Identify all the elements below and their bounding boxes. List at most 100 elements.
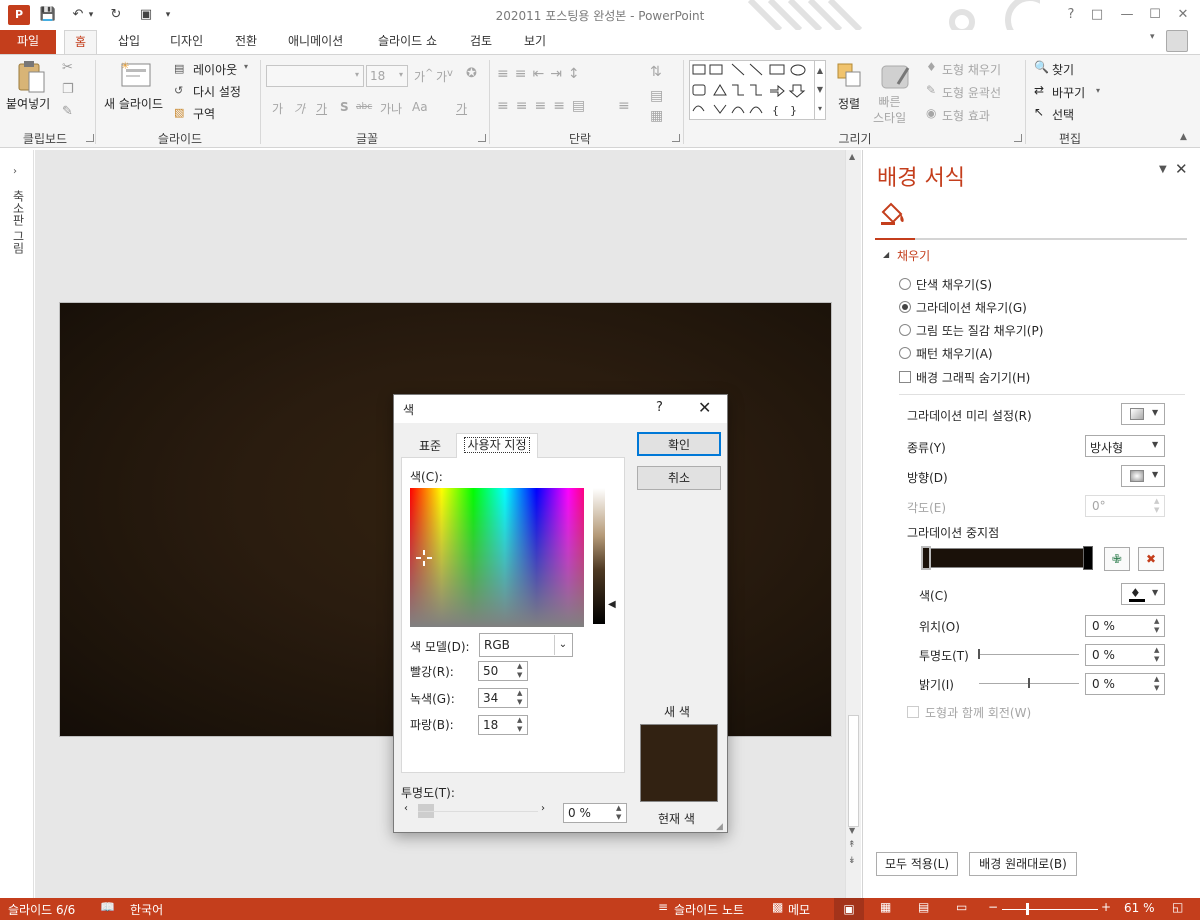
- quick-styles-icon[interactable]: [880, 62, 912, 92]
- cut-icon[interactable]: ✂: [62, 60, 73, 75]
- normal-view-icon[interactable]: ▣: [834, 898, 864, 920]
- reset-icon[interactable]: ↺: [174, 84, 183, 97]
- gradient-stops-bar[interactable]: [921, 548, 1091, 568]
- font-name-dropdown-icon[interactable]: ▾: [355, 70, 359, 79]
- clear-formatting-icon[interactable]: ✪: [466, 66, 477, 81]
- ribbon-display-options-icon[interactable]: □: [1082, 4, 1112, 26]
- shape-outline-button[interactable]: 도형 윤곽선: [942, 84, 1001, 101]
- comments-button[interactable]: 메모: [788, 901, 810, 918]
- tab-home[interactable]: 홈: [64, 30, 98, 54]
- scroll-down-icon[interactable]: ▼: [849, 826, 855, 835]
- text-direction-icon[interactable]: ⇅: [650, 64, 662, 80]
- tab-animations[interactable]: 애니메이션: [278, 30, 353, 54]
- picture-fill-radio[interactable]: [899, 324, 911, 336]
- new-slide-button[interactable]: 새 슬라이드: [104, 95, 163, 112]
- paragraph-list-icons[interactable]: ≡≡⇤⇥↕: [497, 66, 586, 82]
- layout-button[interactable]: 레이아웃: [193, 61, 237, 78]
- smartart-icon[interactable]: ▦: [650, 108, 663, 124]
- tab-view[interactable]: 보기: [514, 30, 556, 54]
- clipboard-launcher-icon[interactable]: [86, 134, 94, 142]
- select-button[interactable]: 선택: [1052, 106, 1074, 123]
- slide-counter[interactable]: 슬라이드 6/6: [8, 901, 75, 918]
- section-icon[interactable]: ▧: [174, 106, 184, 119]
- angle-spinner[interactable]: 0° ▲ ▼: [1085, 495, 1165, 517]
- hide-graphics-checkbox[interactable]: [899, 371, 911, 383]
- tab-file[interactable]: 파일: [0, 30, 56, 54]
- shape-outline-icon[interactable]: ✎: [926, 83, 936, 97]
- font-launcher-icon[interactable]: [478, 134, 486, 142]
- rotate-with-shape-checkbox[interactable]: [907, 706, 919, 718]
- brightness-spinner[interactable]: 0 % ▲ ▼: [1085, 673, 1165, 695]
- paragraph-align-icons[interactable]: ≡≡≡≡▤: [497, 98, 592, 114]
- slideshow-view-icon[interactable]: ▭: [956, 900, 967, 914]
- gradient-stop-left[interactable]: [921, 546, 931, 570]
- transparency-slider-thumb[interactable]: [978, 649, 980, 659]
- collapse-ribbon-icon[interactable]: ▲: [1180, 132, 1187, 142]
- fill-section-header[interactable]: 채우기: [897, 247, 930, 264]
- scroll-left-icon[interactable]: ‹: [404, 803, 408, 814]
- transparency-slider-track[interactable]: [979, 654, 1079, 655]
- notes-icon[interactable]: ≡: [658, 900, 668, 914]
- add-gradient-stop-icon[interactable]: ✙: [1104, 547, 1130, 571]
- drawing-launcher-icon[interactable]: [1014, 134, 1022, 142]
- arrange-button[interactable]: 정렬: [838, 95, 860, 112]
- minimize-icon[interactable]: —: [1112, 4, 1142, 26]
- slide-sorter-icon[interactable]: ▦: [880, 900, 891, 914]
- maximize-icon[interactable]: ☐: [1140, 4, 1170, 26]
- comments-icon[interactable]: ▩: [772, 900, 783, 914]
- close-icon[interactable]: ✕: [1168, 4, 1198, 26]
- arrange-icon[interactable]: [836, 62, 864, 90]
- avatar[interactable]: [1166, 30, 1188, 52]
- resize-grip-icon[interactable]: ◢: [716, 822, 723, 832]
- luminance-bar[interactable]: [593, 488, 605, 624]
- shape-effects-button[interactable]: 도형 효과: [942, 107, 990, 124]
- luminance-pointer-icon[interactable]: ◀: [608, 599, 616, 610]
- find-button[interactable]: 찾기: [1052, 61, 1074, 78]
- font-name-combo[interactable]: [266, 65, 364, 87]
- zoom-in-icon[interactable]: +: [1101, 900, 1111, 914]
- position-spinner[interactable]: 0 % ▲ ▼: [1085, 615, 1165, 637]
- transparency-input[interactable]: 0 % ▲ ▼: [563, 803, 627, 823]
- gradient-preset-dropdown[interactable]: ▼: [1121, 403, 1165, 425]
- replace-icon[interactable]: ⇄: [1034, 83, 1044, 97]
- thumbnails-label[interactable]: 축소판 그림: [10, 190, 27, 254]
- shrink-font-icon[interactable]: 가v: [436, 68, 453, 85]
- scroll-thumb[interactable]: [848, 715, 859, 827]
- quick-styles-button[interactable]: 빠른 스타일: [873, 94, 906, 126]
- tab-custom[interactable]: 사용자 지정: [456, 433, 538, 458]
- language-indicator[interactable]: 한국어: [130, 901, 163, 918]
- dialog-title-bar[interactable]: 색 ? ✕: [394, 395, 727, 423]
- bold-icon[interactable]: 가: [272, 100, 283, 117]
- shape-fill-icon[interactable]: ♦: [926, 60, 937, 74]
- solid-fill-radio[interactable]: [899, 278, 911, 290]
- italic-icon[interactable]: 가: [294, 100, 305, 117]
- green-input[interactable]: 34 ▲ ▼: [478, 688, 528, 708]
- select-icon[interactable]: ↖: [1034, 105, 1044, 119]
- char-spacing-icon[interactable]: 가나: [380, 100, 402, 117]
- gradient-fill-radio[interactable]: [899, 301, 911, 313]
- scroll-right-icon[interactable]: ›: [541, 803, 545, 814]
- fill-tab-icon[interactable]: [879, 200, 909, 226]
- tab-standard[interactable]: 표준: [408, 436, 452, 458]
- replace-button[interactable]: 바꾸기: [1052, 84, 1085, 101]
- pane-options-icon[interactable]: ▼: [1159, 164, 1167, 175]
- layout-icon[interactable]: ▤: [174, 62, 184, 75]
- red-input[interactable]: 50 ▲ ▼: [478, 661, 528, 681]
- ok-button[interactable]: 확인: [637, 432, 721, 456]
- zoom-level[interactable]: 61 %: [1124, 901, 1155, 915]
- pane-close-icon[interactable]: ✕: [1175, 160, 1188, 178]
- grow-font-icon[interactable]: 가^: [414, 68, 433, 85]
- transparency-slider-track[interactable]: [418, 811, 538, 812]
- shape-fill-button[interactable]: 도형 채우기: [942, 61, 1001, 78]
- fill-section-collapse-icon[interactable]: ◢: [883, 250, 889, 259]
- scroll-up-icon[interactable]: ▲: [849, 152, 855, 161]
- font-size-dropdown-icon[interactable]: ▾: [399, 70, 403, 79]
- stop-color-dropdown[interactable]: ♦ ▼: [1121, 583, 1165, 605]
- gradient-type-dropdown[interactable]: 방사형 ▼: [1085, 435, 1165, 457]
- font-color-icon[interactable]: 가: [456, 100, 467, 117]
- shapes-gallery-scroll[interactable]: ▲ ▼ ▾: [814, 60, 826, 120]
- zoom-slider-thumb[interactable]: [1026, 903, 1029, 915]
- remove-gradient-stop-icon[interactable]: ✖: [1138, 547, 1164, 571]
- paste-icon[interactable]: [16, 60, 46, 94]
- tab-transitions[interactable]: 전환: [225, 30, 267, 54]
